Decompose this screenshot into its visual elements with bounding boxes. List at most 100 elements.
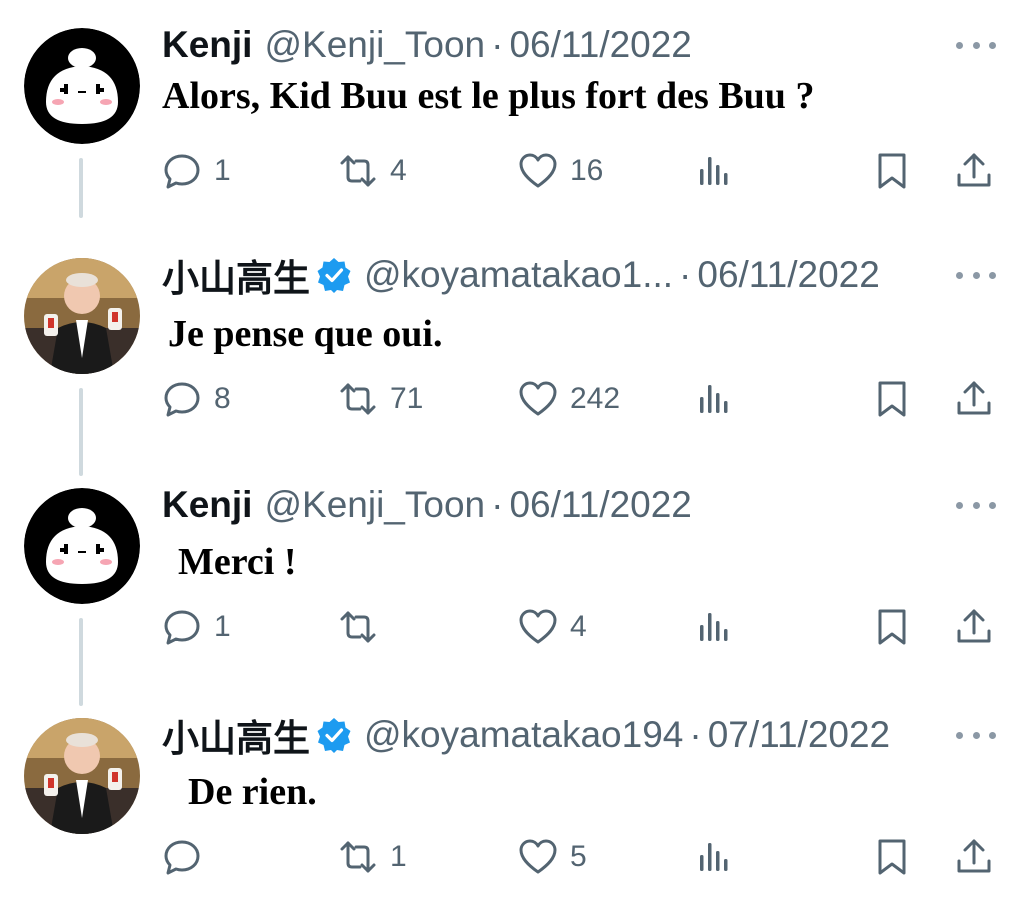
tweet-header: 小山高生 @koyamatakao194 · 07/11/2022 xyxy=(162,710,890,760)
separator: · xyxy=(679,254,692,295)
separator: · xyxy=(491,24,504,65)
reply-icon xyxy=(162,607,202,647)
views-button[interactable] xyxy=(694,602,734,652)
tweet-actions: 1 4 16 xyxy=(0,146,1024,196)
views-icon xyxy=(694,837,734,877)
like-count: 4 xyxy=(570,610,587,643)
heart-icon xyxy=(518,379,558,419)
retweet-icon xyxy=(338,607,378,647)
views-button[interactable] xyxy=(694,146,734,196)
like-count: 5 xyxy=(570,840,587,873)
more-icon[interactable] xyxy=(956,260,996,290)
like-count: 242 xyxy=(570,382,621,415)
share-icon xyxy=(954,379,994,419)
heart-icon xyxy=(518,607,558,647)
like-button[interactable]: 242 xyxy=(518,374,620,424)
more-icon[interactable] xyxy=(956,490,996,520)
tweet-header: Kenji @Kenji_Toon · 06/11/2022 xyxy=(162,20,692,70)
like-button[interactable]: 16 xyxy=(518,146,603,196)
user-handle[interactable]: @koyamatakao1... xyxy=(364,254,673,296)
tweet-text: Merci ! xyxy=(178,541,297,583)
avatar[interactable] xyxy=(24,258,140,374)
separator: · xyxy=(689,714,702,755)
bookmark-icon xyxy=(872,379,912,419)
tweet-date[interactable]: 07/11/2022 xyxy=(708,714,890,756)
views-icon xyxy=(694,379,734,419)
share-button[interactable] xyxy=(954,374,994,424)
retweet-button[interactable]: 71 xyxy=(338,374,423,424)
heart-icon xyxy=(518,837,558,877)
views-button[interactable] xyxy=(694,832,734,882)
tweet[interactable]: 小山高生 @koyamatakao1... · 06/11/2022 Je pe… xyxy=(0,230,1024,458)
reply-count: 1 xyxy=(214,154,231,187)
tweet-date[interactable]: 06/11/2022 xyxy=(509,484,691,526)
reply-button[interactable]: 1 xyxy=(162,602,231,652)
user-handle[interactable]: @Kenji_Toon xyxy=(264,24,485,66)
reply-count: 1 xyxy=(214,610,231,643)
tweet[interactable]: 小山高生 @koyamatakao194 · 07/11/2022 De rie… xyxy=(0,690,1024,918)
more-icon[interactable] xyxy=(956,30,996,60)
like-button[interactable]: 4 xyxy=(518,602,587,652)
like-button[interactable]: 5 xyxy=(518,832,587,882)
tweet[interactable]: Kenji @Kenji_Toon · 06/11/2022 Merci ! 1… xyxy=(0,460,1024,688)
user-handle[interactable]: @koyamatakao194 xyxy=(364,714,683,756)
share-icon xyxy=(954,607,994,647)
views-button[interactable] xyxy=(694,374,734,424)
display-name[interactable]: Kenji xyxy=(162,484,252,526)
reply-icon xyxy=(162,151,202,191)
retweet-icon xyxy=(338,151,378,191)
tweet-text: Je pense que oui. xyxy=(168,313,443,355)
verified-badge-icon xyxy=(316,257,352,293)
display-name[interactable]: Kenji xyxy=(162,24,252,66)
bookmark-button[interactable] xyxy=(872,374,912,424)
display-name[interactable]: 小山高生 xyxy=(162,708,310,762)
retweet-count: 71 xyxy=(390,382,424,415)
retweet-icon xyxy=(338,379,378,419)
share-button[interactable] xyxy=(954,146,994,196)
reply-button[interactable] xyxy=(162,832,214,882)
bookmark-button[interactable] xyxy=(872,832,912,882)
bookmark-button[interactable] xyxy=(872,602,912,652)
tweet-date[interactable]: 06/11/2022 xyxy=(697,254,879,296)
avatar[interactable] xyxy=(24,28,140,144)
tweet-text: De rien. xyxy=(188,771,317,813)
like-count: 16 xyxy=(570,154,604,187)
tweet-text: Alors, Kid Buu est le plus fort des Buu … xyxy=(162,75,815,117)
separator: · xyxy=(491,484,504,525)
heart-icon xyxy=(518,151,558,191)
bookmark-icon xyxy=(872,151,912,191)
reply-icon xyxy=(162,837,202,877)
reply-count: 8 xyxy=(214,382,231,415)
tweet-header: 小山高生 @koyamatakao1... · 06/11/2022 xyxy=(162,250,880,300)
retweet-button[interactable]: 4 xyxy=(338,146,407,196)
retweet-count: 4 xyxy=(390,154,407,187)
views-icon xyxy=(694,607,734,647)
tweet[interactable]: Kenji @Kenji_Toon · 06/11/2022 Alors, Ki… xyxy=(0,0,1024,228)
bookmark-button[interactable] xyxy=(872,146,912,196)
retweet-icon xyxy=(338,837,378,877)
share-icon xyxy=(954,151,994,191)
tweet-actions: 1 4 xyxy=(0,602,1024,652)
reply-icon xyxy=(162,379,202,419)
bookmark-icon xyxy=(872,837,912,877)
bookmark-icon xyxy=(872,607,912,647)
more-icon[interactable] xyxy=(956,720,996,750)
verified-badge-icon xyxy=(316,717,352,753)
retweet-button[interactable]: 1 xyxy=(338,832,407,882)
avatar[interactable] xyxy=(24,488,140,604)
views-icon xyxy=(694,151,734,191)
share-icon xyxy=(954,837,994,877)
tweet-actions: 1 5 xyxy=(0,832,1024,882)
display-name[interactable]: 小山高生 xyxy=(162,248,310,302)
retweet-count: 1 xyxy=(390,840,407,873)
tweet-date[interactable]: 06/11/2022 xyxy=(509,24,691,66)
share-button[interactable] xyxy=(954,832,994,882)
user-handle[interactable]: @Kenji_Toon xyxy=(264,484,485,526)
reply-button[interactable]: 8 xyxy=(162,374,231,424)
avatar[interactable] xyxy=(24,718,140,834)
share-button[interactable] xyxy=(954,602,994,652)
reply-button[interactable]: 1 xyxy=(162,146,231,196)
tweet-header: Kenji @Kenji_Toon · 06/11/2022 xyxy=(162,480,692,530)
retweet-button[interactable] xyxy=(338,602,390,652)
tweet-actions: 8 71 242 xyxy=(0,374,1024,424)
